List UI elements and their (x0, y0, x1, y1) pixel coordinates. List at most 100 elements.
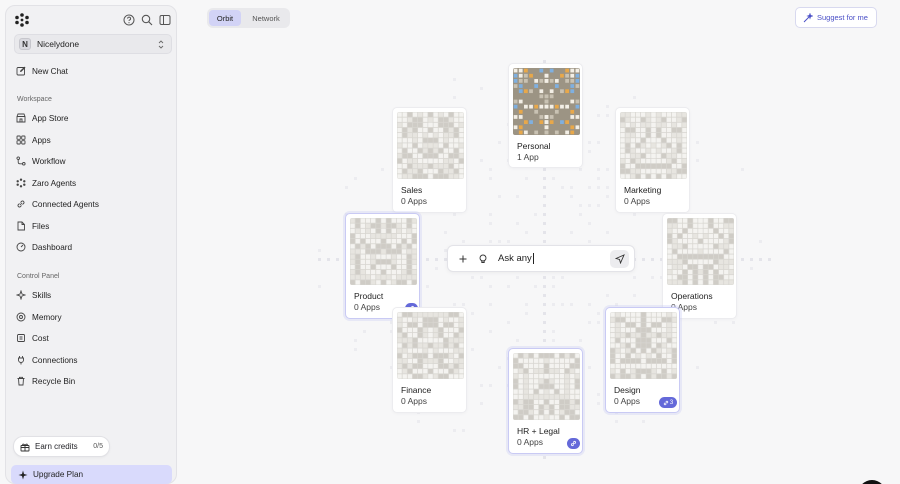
sidebar-item-connected-agents[interactable]: Connected Agents (16, 196, 166, 212)
card-product[interactable]: Product 0 Apps (345, 213, 420, 319)
card-personal[interactable]: Personal 1 App (508, 63, 583, 168)
link-icon (663, 400, 669, 406)
sidebar-item-label: Recycle Bin (32, 377, 75, 386)
upgrade-plan-button[interactable]: Upgrade Plan (11, 465, 172, 484)
earn-credits-button[interactable]: Earn credits 0/5 (13, 436, 110, 457)
card-count: 1 App (517, 152, 539, 162)
sidebar-item-app-store[interactable]: App Store (16, 110, 166, 126)
card-count: 0 Apps (401, 196, 427, 206)
plug-icon (16, 355, 26, 365)
sidebar-item-memory[interactable]: Memory (16, 309, 166, 325)
send-button[interactable] (610, 250, 629, 268)
card-count: 0 Apps (614, 396, 640, 406)
agent-flower-icon (16, 178, 26, 188)
sidebar-item-label: Workflow (32, 157, 66, 166)
upgrade-plan-label: Upgrade Plan (33, 470, 83, 479)
sales-thumbnail (397, 112, 464, 179)
hr-legal-thumbnail (513, 353, 580, 420)
card-title: Design (614, 385, 640, 395)
card-design[interactable]: Design 0 Apps 3 (605, 307, 680, 413)
help-icon[interactable] (123, 14, 135, 26)
new-chat-label: New Chat (32, 67, 68, 76)
operations-thumbnail (667, 218, 734, 285)
sidebar-item-workflow[interactable]: Workflow (16, 153, 166, 169)
sidebar-item-dashboard[interactable]: Dashboard (16, 239, 166, 255)
link-count-badge: 3 (659, 397, 677, 408)
marketing-thumbnail (620, 112, 687, 179)
card-count: 0 Apps (401, 396, 427, 406)
card-title: Operations (671, 291, 713, 301)
sidebar-item-label: Connections (32, 356, 78, 365)
gift-icon (20, 442, 30, 452)
sparkle-icon (18, 470, 28, 480)
sidebar-item-label: Zaro Agents (32, 179, 76, 188)
workflow-icon (16, 156, 26, 166)
sparkle-icon (16, 290, 26, 300)
sidebar-item-label: Files (32, 222, 49, 231)
chevron-updown-icon (157, 39, 165, 50)
earn-credits-count: 0/5 (93, 443, 103, 450)
link-icon (16, 199, 26, 209)
card-title: Marketing (624, 185, 661, 195)
brain-icon (16, 312, 26, 322)
sidebar-item-label: Memory (32, 313, 62, 322)
link-icon (570, 440, 577, 447)
link-count: 3 (670, 400, 673, 406)
card-title: Personal (517, 141, 551, 151)
card-count: 0 Apps (354, 302, 380, 312)
text-caret (533, 253, 534, 264)
edit-icon (16, 66, 26, 76)
sidebar-item-apps[interactable]: Apps (16, 132, 166, 148)
card-title: Sales (401, 185, 422, 195)
new-chat-button[interactable]: New Chat (16, 63, 166, 79)
sidebar-item-label: Skills (32, 291, 51, 300)
sidebar-toggle-icon[interactable] (159, 14, 171, 26)
sidebar-item-label: Apps (32, 136, 51, 145)
card-title: Product (354, 291, 383, 301)
sidebar-item-label: Dashboard (32, 243, 72, 252)
sidebar-item-recycle-bin[interactable]: Recycle Bin (16, 373, 166, 389)
card-count: 0 Apps (517, 437, 543, 447)
workspace-name: Nicelydone (37, 39, 79, 49)
search-icon[interactable] (141, 14, 153, 26)
sidebar-item-connections[interactable]: Connections (16, 352, 166, 368)
logo-icon[interactable] (15, 13, 29, 27)
design-thumbnail (610, 312, 677, 379)
ask-input-value: Ask any (498, 253, 532, 264)
apps-grid-icon (16, 135, 26, 145)
plus-icon[interactable] (458, 254, 468, 264)
gauge-icon (16, 242, 26, 252)
link-badge (567, 438, 580, 449)
workspace-avatar: N (19, 38, 31, 50)
product-thumbnail (350, 218, 417, 285)
sidebar-header (6, 6, 176, 34)
card-finance[interactable]: Finance 0 Apps (392, 307, 467, 413)
personal-thumbnail (513, 68, 580, 135)
trash-icon (16, 376, 26, 386)
send-icon (615, 254, 625, 264)
workspace-switcher[interactable]: N Nicelydone (14, 34, 172, 54)
card-title: HR + Legal (517, 426, 560, 436)
card-operations[interactable]: Operations 0 Apps (662, 213, 737, 319)
sidebar-item-skills[interactable]: Skills (16, 287, 166, 303)
sidebar-item-files[interactable]: Files (16, 218, 166, 234)
sidebar-item-cost[interactable]: Cost (16, 330, 166, 346)
lightbulb-icon[interactable] (478, 254, 488, 264)
sidebar-item-label: Cost (32, 334, 49, 343)
sidebar-item-label: App Store (32, 114, 68, 123)
ask-bar: Ask any (447, 245, 635, 272)
receipt-icon (16, 333, 26, 343)
file-icon (16, 221, 26, 231)
card-sales[interactable]: Sales 0 Apps (392, 107, 467, 213)
workspace-section-label: Workspace (17, 96, 52, 103)
card-count: 0 Apps (624, 196, 650, 206)
card-hr-legal[interactable]: HR + Legal 0 Apps (508, 348, 583, 454)
sidebar-item-zaro-agents[interactable]: Zaro Agents (16, 175, 166, 191)
ask-input[interactable]: Ask any (498, 253, 534, 264)
finance-thumbnail (397, 312, 464, 379)
sidebar: N Nicelydone New Chat Workspace App Stor… (5, 5, 177, 484)
store-icon (16, 113, 26, 123)
card-title: Finance (401, 385, 431, 395)
earn-credits-label: Earn credits (35, 442, 78, 451)
card-marketing[interactable]: Marketing 0 Apps (615, 107, 690, 213)
